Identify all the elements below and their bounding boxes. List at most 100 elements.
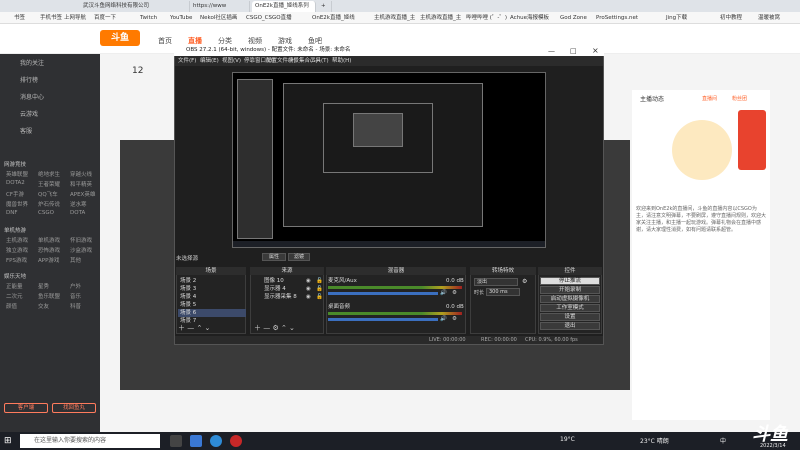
sidebar-category-link[interactable]: DOTA (70, 210, 85, 216)
lock-icon[interactable]: 🔓 (316, 293, 323, 301)
scene-item[interactable]: 场景 6 (178, 309, 246, 317)
sidebar-category-link[interactable]: 鱼乐联盟 (38, 292, 60, 300)
promo-banner[interactable] (738, 110, 766, 170)
obs-menu-item[interactable]: 视图(V) (222, 57, 241, 65)
obs-menu-item[interactable]: 工具(T) (310, 57, 329, 65)
sidebar-category-link[interactable]: 主机游戏 (6, 236, 28, 244)
bookmark-link[interactable]: 书签 (14, 14, 25, 22)
bookmark-link[interactable]: 主机游戏直播_主 (374, 14, 415, 22)
source-item[interactable]: 显示器采集 8 (264, 293, 297, 301)
visibility-icon[interactable]: ◉ (306, 293, 311, 301)
sidebar-category-link[interactable]: CSGO (38, 210, 54, 216)
transition-add-icon[interactable]: ⚙ (522, 278, 527, 285)
obs-preview[interactable] (232, 72, 546, 248)
client-button[interactable]: 客户端 (4, 403, 48, 413)
scene-item[interactable]: 场景 2 (178, 277, 246, 285)
sidebar-top-item[interactable]: 消息中心 (20, 92, 44, 101)
bookmark-link[interactable]: 百度一下 (94, 14, 116, 22)
sidebar-top-item[interactable]: 客服 (20, 126, 32, 135)
sidebar-category-link[interactable]: 星秀 (38, 282, 49, 290)
sidebar-top-item[interactable]: 我的关注 (20, 58, 44, 67)
bookmark-link[interactable]: Twitch (140, 14, 157, 22)
sidebar-top-item[interactable]: 云游戏 (20, 109, 38, 118)
ime-indicator[interactable]: 中 (720, 436, 726, 445)
source-item[interactable]: 显示器 4 (264, 285, 286, 293)
sidebar-category-link[interactable]: 和平精英 (70, 180, 92, 188)
sidebar-category-link[interactable]: DNF (6, 210, 18, 216)
edge-icon[interactable] (190, 435, 202, 447)
sidebar-category-link[interactable]: APEX英雄 (70, 190, 95, 198)
sidebar-category-link[interactable]: APP游戏 (38, 256, 59, 264)
sidebar-category-link[interactable]: 炉石传说 (38, 200, 60, 208)
sidebar-category-link[interactable]: 王者荣耀 (38, 180, 60, 188)
mixer-volume-fader[interactable] (328, 292, 438, 295)
bookmark-link[interactable]: 主机游戏直播_主 (420, 14, 461, 22)
bookmark-link[interactable]: 温暖被窝 (758, 14, 780, 22)
sidebar-category-link[interactable]: CF手游 (6, 190, 24, 198)
sidebar-category-link[interactable]: 户外 (70, 282, 81, 290)
bookmark-link[interactable]: Achue海报模板 (510, 14, 549, 22)
duration-input[interactable]: 300 ms (486, 288, 520, 296)
gear-icon[interactable]: ⚙ (452, 315, 457, 323)
browser-tab[interactable]: https://www (190, 1, 250, 12)
weather-detail[interactable]: 23°C 晴朗 (640, 436, 669, 445)
source-dock-toolbar[interactable]: ＋ — ⚙ ⌃ ⌄ (254, 323, 295, 333)
sidebar-category-link[interactable]: 正能量 (6, 282, 23, 290)
bookmark-link[interactable]: YouTube (170, 14, 192, 22)
bookmark-link[interactable]: 哔哩哔哩 (゜-゜) (466, 14, 507, 22)
sidebar-category-link[interactable]: 恐怖游戏 (38, 246, 60, 254)
sidebar-category-link[interactable]: DOTA2 (6, 180, 25, 186)
obs-icon[interactable] (230, 435, 242, 447)
browser-tab[interactable]: 武汉斗鱼网络科技有限公司 (80, 1, 190, 12)
browser-tab-active[interactable]: OnE2k直播_姬线系列 (252, 1, 316, 12)
bookmark-link[interactable]: OnE2k直播_姬线 (312, 14, 355, 22)
sidebar-category-link[interactable]: 魔兽世界 (6, 200, 28, 208)
minimize-icon[interactable]: — (548, 47, 555, 55)
bookmark-link[interactable]: CSGO_CSGO直播 (246, 14, 292, 22)
task-view-icon[interactable] (170, 435, 182, 447)
sidebar-category-link[interactable]: 音乐 (70, 292, 81, 300)
panel-tag[interactable]: 粉丝团 (732, 96, 747, 103)
sidebar-category-link[interactable]: 其他 (70, 256, 81, 264)
browser-icon[interactable] (210, 435, 222, 447)
sidebar-category-link[interactable]: QQ飞车 (38, 190, 58, 198)
sidebar-category-link[interactable]: 单机游戏 (38, 236, 60, 244)
obs-menu-item[interactable]: 帮助(H) (332, 57, 351, 65)
scene-item[interactable]: 场景 5 (178, 301, 246, 309)
gear-icon[interactable]: ⚙ (452, 289, 457, 297)
scene-item[interactable]: 场景 4 (178, 293, 246, 301)
lock-icon[interactable]: 🔓 (316, 277, 323, 285)
bookmark-link[interactable]: 初中教程 (720, 14, 742, 22)
visibility-icon[interactable]: ◉ (306, 277, 311, 285)
control-button[interactable]: 设置 (540, 313, 600, 321)
transition-select[interactable]: 淡出 (474, 278, 518, 286)
sidebar-category-link[interactable]: 逆水寒 (70, 200, 87, 208)
sidebar-category-link[interactable]: 绝地求生 (38, 170, 60, 178)
obs-menu-item[interactable]: 文件(F) (178, 57, 196, 65)
site-logo[interactable]: 斗鱼 (100, 30, 140, 46)
recover-button[interactable]: 找回鱼丸 (52, 403, 96, 413)
bookmark-link[interactable]: ProSettings.net (596, 14, 638, 22)
sidebar-category-link[interactable]: 科普 (70, 302, 81, 310)
speaker-icon[interactable]: 🔊 (440, 315, 447, 323)
maximize-icon[interactable]: □ (570, 47, 577, 55)
mixer-volume-fader[interactable] (328, 318, 438, 321)
bookmark-link[interactable]: 上网导航 (64, 14, 86, 22)
sidebar-category-link[interactable]: 怀旧游戏 (70, 236, 92, 244)
start-icon[interactable]: ⊞ (4, 436, 12, 446)
sidebar-category-link[interactable]: 颜值 (6, 302, 17, 310)
filters-button[interactable]: 滤镜 (288, 253, 310, 261)
obs-menu-item[interactable]: 编辑(E) (200, 57, 219, 65)
properties-button[interactable]: 属性 (262, 253, 286, 261)
sidebar-category-link[interactable]: 交友 (38, 302, 49, 310)
panel-tag[interactable]: 直播间 (702, 96, 717, 103)
bookmark-link[interactable]: Jing下载 (666, 14, 687, 22)
visibility-icon[interactable]: ◉ (306, 285, 311, 293)
control-button[interactable]: 启动虚拟摄像机 (540, 295, 600, 303)
scene-item[interactable]: 场景 3 (178, 285, 246, 293)
bookmark-link[interactable]: 手机书签 (40, 14, 62, 22)
sidebar-category-link[interactable]: FPS游戏 (6, 256, 27, 264)
control-button[interactable]: 工作室模式 (540, 304, 600, 312)
weather-text[interactable]: 19°C (560, 436, 575, 443)
bookmark-link[interactable]: Nekol社区插画 (200, 14, 237, 22)
